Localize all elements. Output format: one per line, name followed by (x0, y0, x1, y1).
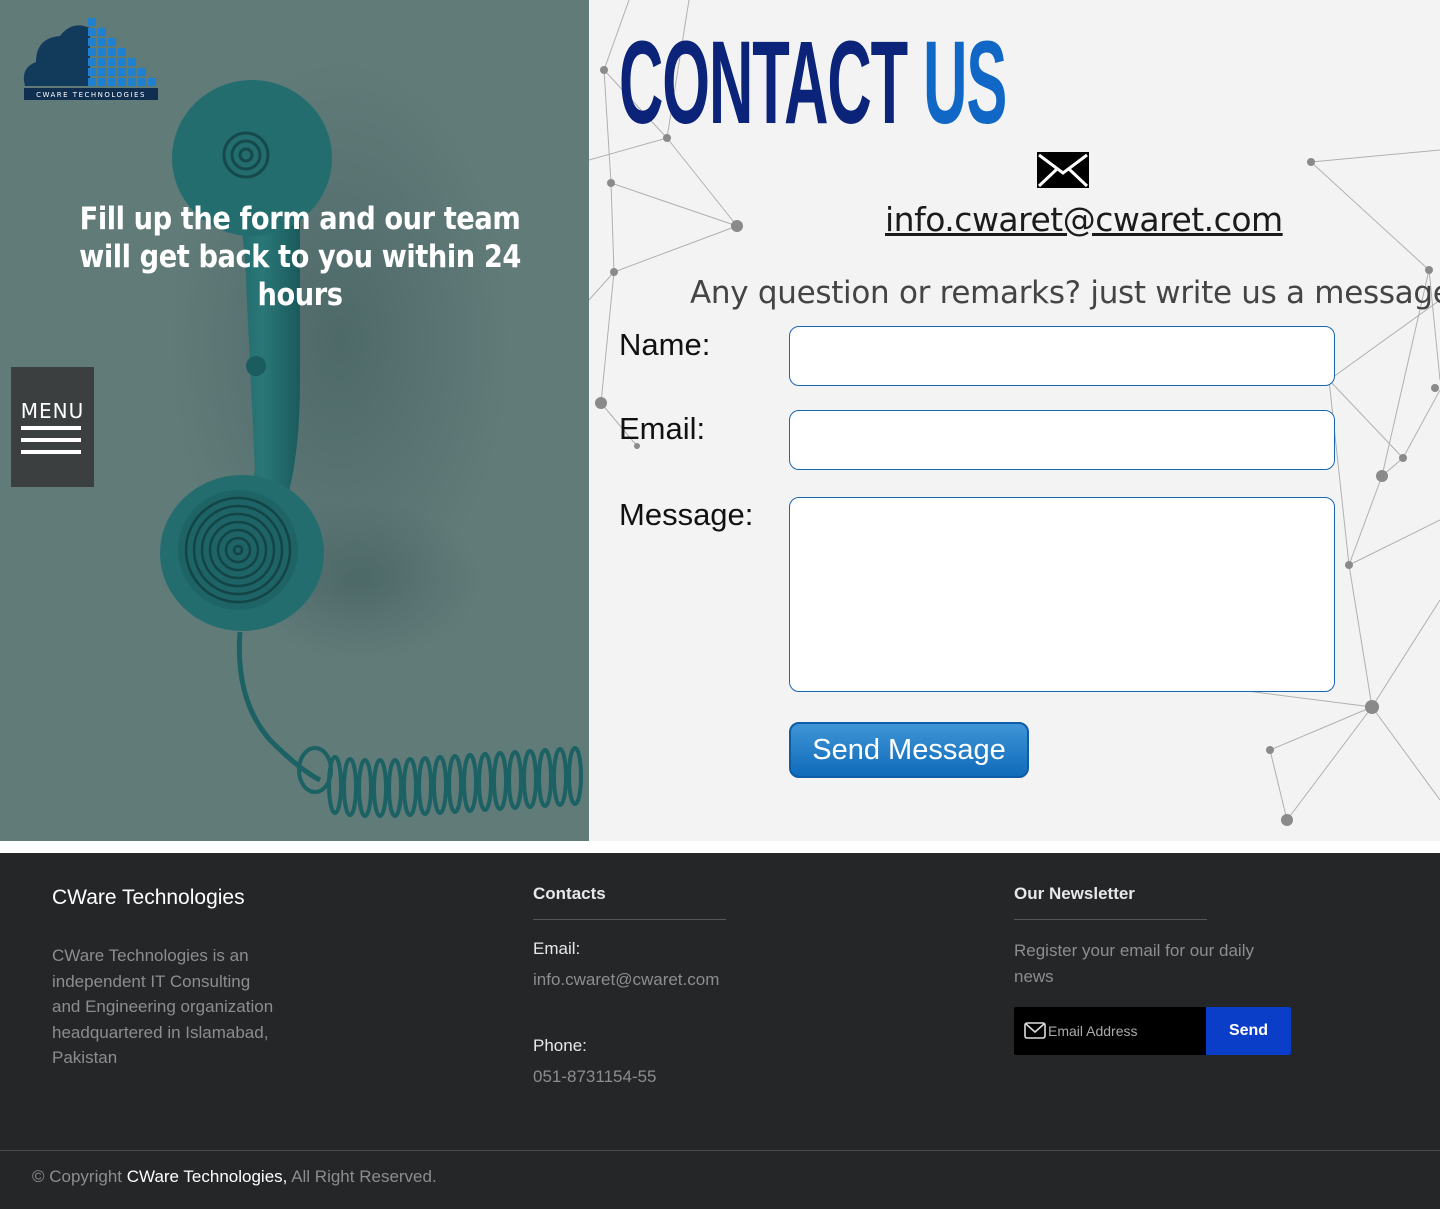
footer-phone-value[interactable]: 051-8731154-55 (533, 1067, 657, 1087)
copyright-suffix: All Right Reserved. (291, 1167, 437, 1186)
contact-subline: Any question or remarks? just write us a… (690, 275, 1440, 311)
email-label: Email: (619, 411, 706, 446)
copyright-brand[interactable]: CWare Technologies, (127, 1167, 288, 1186)
menu-icon-bar (21, 438, 81, 442)
send-message-button[interactable]: Send Message (789, 722, 1029, 778)
envelope-icon (1024, 1022, 1046, 1039)
menu-icon (21, 426, 81, 430)
menu-label: MENU (20, 399, 85, 423)
page-title: CONTACT US (619, 24, 1007, 142)
name-label: Name: (619, 327, 711, 362)
name-field[interactable] (789, 326, 1335, 386)
logo-text: CWARE TECHNOLOGIES (36, 91, 146, 99)
hero-section: CWARE TECHNOLOGIES Fill up the form and … (0, 0, 1440, 841)
copyright: © Copyright CWare Technologies, All Righ… (32, 1167, 437, 1187)
hero-image-panel: CWARE TECHNOLOGIES Fill up the form and … (0, 0, 589, 841)
newsletter-form: Send (1014, 1007, 1291, 1055)
footer-company-title: CWare Technologies (52, 886, 245, 909)
footer-contacts-title: Contacts (533, 884, 606, 903)
newsletter-description: Register your email for our daily news (1014, 941, 1254, 986)
contact-email-link[interactable]: info.cwaret@cwaret.com (885, 200, 1283, 239)
title-part-contact: CONTACT (619, 17, 908, 149)
message-field[interactable] (789, 497, 1335, 692)
hero-tagline: Fill up the form and our team will get b… (79, 201, 521, 313)
copyright-prefix: © Copyright (32, 1167, 123, 1186)
contact-panel: CONTACT US info.cwaret@cwaret.com Any qu… (589, 0, 1440, 841)
message-label: Message: (619, 497, 754, 532)
footer-newsletter-title: Our Newsletter (1014, 884, 1135, 903)
footer-company-description: CWare Technologies is an independent IT … (52, 946, 274, 1067)
menu-icon-bar (21, 450, 81, 454)
menu-button[interactable]: MENU (11, 367, 94, 487)
newsletter-divider (1014, 919, 1207, 920)
footer-divider (0, 1150, 1440, 1151)
mail-icon (1037, 152, 1089, 188)
email-field[interactable] (789, 410, 1335, 470)
logo-icon[interactable]: CWARE TECHNOLOGIES (20, 16, 162, 104)
title-part-us: US (923, 17, 1007, 149)
newsletter-email-input[interactable] (1048, 1017, 1203, 1045)
footer-email-value[interactable]: info.cwaret@cwaret.com (533, 970, 719, 990)
footer: CWare Technologies CWare Technologies is… (0, 853, 1440, 1209)
footer-phone-label: Phone: (533, 1036, 587, 1055)
footer-email-label: Email: (533, 939, 581, 958)
contacts-divider (533, 919, 726, 920)
newsletter-send-button[interactable]: Send (1206, 1007, 1291, 1055)
